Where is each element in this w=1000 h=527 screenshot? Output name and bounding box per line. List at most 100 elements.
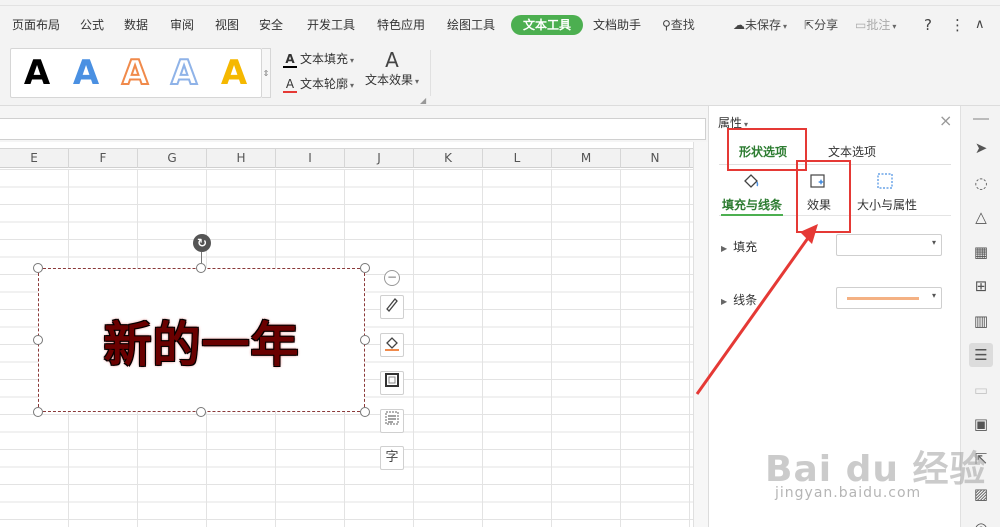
chevron-down-icon: ▾ bbox=[931, 238, 936, 247]
comment-icon: ▭ bbox=[855, 18, 867, 32]
text-style-black[interactable]: A bbox=[19, 53, 55, 93]
help-button[interactable]: ? bbox=[924, 15, 932, 35]
column-header-l[interactable]: L bbox=[483, 149, 552, 168]
dialog-launcher-icon[interactable]: ◢ bbox=[420, 96, 426, 105]
text-effect-label: 文本效果 bbox=[364, 73, 413, 87]
search-icon: ⚲ bbox=[662, 18, 671, 32]
column-header-f[interactable]: F bbox=[69, 149, 138, 168]
font-icon[interactable]: 字 bbox=[380, 446, 404, 470]
unsaved-label: 未保存 bbox=[745, 18, 782, 32]
menu-special[interactable]: 特色应用 bbox=[377, 15, 425, 35]
properties-icon[interactable]: ☰ bbox=[969, 343, 993, 367]
column-header-i[interactable]: I bbox=[276, 149, 345, 168]
chevron-down-icon: ▾ bbox=[931, 291, 936, 300]
brush-icon[interactable] bbox=[380, 295, 404, 319]
line-color-swatch bbox=[847, 297, 919, 300]
fill-label: 填充 bbox=[733, 240, 758, 254]
resize-handle-left[interactable] bbox=[33, 335, 43, 345]
blank-icon[interactable]: ▭ bbox=[969, 378, 993, 402]
formula-input[interactable] bbox=[0, 118, 706, 140]
chevron-down-icon: ▾ bbox=[892, 22, 897, 31]
gallery-expand-button[interactable]: ⇕ bbox=[262, 48, 271, 98]
text-style-blue[interactable]: A bbox=[68, 53, 104, 93]
resize-handle-top-left[interactable] bbox=[33, 263, 43, 273]
line-section-toggle[interactable]: ▶ 线条 bbox=[721, 291, 757, 308]
share-button[interactable]: ⇱分享 bbox=[804, 15, 838, 35]
text-fill-label: 文本填充 bbox=[300, 52, 349, 66]
menu-page-layout[interactable]: 页面布局 bbox=[12, 15, 60, 35]
table-icon[interactable]: ▦ bbox=[969, 240, 993, 264]
menu-formulas[interactable]: 公式 bbox=[80, 15, 104, 35]
text-box-content[interactable]: 新的一年 bbox=[39, 269, 364, 411]
menu-review[interactable]: 审阅 bbox=[170, 15, 194, 35]
triangle-right-icon: ▶ bbox=[721, 297, 728, 306]
chevron-down-icon: ▾ bbox=[350, 81, 355, 90]
resize-handle-top-right[interactable] bbox=[360, 263, 370, 273]
menu-developer[interactable]: 开发工具 bbox=[307, 15, 355, 35]
text-effect-button[interactable]: A 文本效果 ▾ bbox=[364, 48, 420, 96]
close-icon[interactable]: × bbox=[939, 111, 952, 130]
grid-icon[interactable]: ⊞ bbox=[969, 274, 993, 298]
fill-line-icon[interactable] bbox=[740, 171, 762, 191]
shapes-icon[interactable]: ◌ bbox=[969, 171, 993, 195]
column-header-g[interactable]: G bbox=[138, 149, 207, 168]
subtab-size-property[interactable]: 大小与属性 bbox=[857, 196, 917, 213]
line-dropdown[interactable]: ▾ bbox=[836, 287, 942, 309]
subtab-fill-line[interactable]: 填充与线条 bbox=[722, 196, 782, 213]
resize-handle-bottom-right[interactable] bbox=[360, 407, 370, 417]
grip-icon bbox=[973, 118, 989, 120]
text-wrap-icon[interactable] bbox=[380, 409, 404, 433]
column-header-k[interactable]: K bbox=[414, 149, 483, 168]
ribbon: A A A A A ⇕ A 文本填充 ▾ A 文本轮廓 ▾ A 文本效果 ▾ ◢ bbox=[0, 44, 1000, 106]
rotate-handle-icon[interactable]: ↻ bbox=[193, 234, 211, 252]
unsaved-button[interactable]: ☁未保存 ▾ bbox=[733, 15, 787, 35]
resize-handle-right[interactable] bbox=[360, 335, 370, 345]
fill-bucket-icon[interactable] bbox=[380, 333, 404, 357]
text-fill-button[interactable]: A 文本填充 ▾ bbox=[283, 50, 354, 68]
bottom-icon[interactable]: ◎ bbox=[969, 516, 993, 527]
menu-view[interactable]: 视图 bbox=[215, 15, 239, 35]
column-header-j[interactable]: J bbox=[345, 149, 414, 168]
resize-handle-bottom-left[interactable] bbox=[33, 407, 43, 417]
share-icon: ⇱ bbox=[804, 18, 815, 32]
search-button[interactable]: ⚲查找 bbox=[662, 15, 695, 35]
vertical-scrollbar[interactable] bbox=[693, 142, 708, 527]
fill-section-toggle[interactable]: ▶ 填充 bbox=[721, 238, 757, 255]
menu-drawing-tools[interactable]: 绘图工具 bbox=[447, 15, 495, 35]
column-header-n[interactable]: N bbox=[621, 149, 690, 168]
share-label: 分享 bbox=[814, 18, 839, 32]
size-property-icon[interactable] bbox=[874, 171, 896, 191]
rotate-stem bbox=[201, 252, 202, 263]
fill-dropdown[interactable]: ▾ bbox=[836, 234, 942, 256]
cloud-icon: ☁ bbox=[733, 18, 745, 32]
menu-text-tools[interactable]: 文本工具 bbox=[511, 15, 584, 35]
image-icon[interactable]: ▣ bbox=[969, 412, 993, 436]
text-outline-icon: A bbox=[283, 77, 297, 93]
ribbon-divider bbox=[430, 50, 431, 96]
text-style-orange-outline[interactable]: A bbox=[117, 52, 153, 94]
chart-icon[interactable]: ▥ bbox=[969, 309, 993, 333]
style-icon[interactable]: △ bbox=[969, 205, 993, 229]
comment-label: 批注 bbox=[866, 18, 891, 32]
text-outline-button[interactable]: A 文本轮廓 ▾ bbox=[283, 75, 354, 93]
column-header-m[interactable]: M bbox=[552, 149, 621, 168]
minus-icon[interactable]: − bbox=[384, 270, 400, 286]
comment-button[interactable]: ▭批注 ▾ bbox=[855, 15, 896, 35]
text-box[interactable]: 新的一年 bbox=[38, 268, 365, 412]
column-header-h[interactable]: H bbox=[207, 149, 276, 168]
triangle-right-icon: ▶ bbox=[721, 244, 728, 253]
more-button[interactable]: ⋮ bbox=[950, 15, 965, 35]
cursor-icon[interactable]: ➤ bbox=[969, 136, 993, 160]
collapse-ribbon-button[interactable]: ∧ bbox=[975, 15, 985, 35]
tab-text-options[interactable]: 文本选项 bbox=[828, 143, 876, 160]
text-fill-icon: A bbox=[283, 52, 297, 68]
resize-handle-top[interactable] bbox=[196, 263, 206, 273]
menu-data[interactable]: 数据 bbox=[124, 15, 148, 35]
resize-handle-bottom[interactable] bbox=[196, 407, 206, 417]
menu-security[interactable]: 安全 bbox=[259, 15, 283, 35]
menu-doc-assistant[interactable]: 文档助手 bbox=[593, 15, 641, 35]
text-style-blue-outline[interactable]: A bbox=[166, 52, 202, 94]
text-style-yellow[interactable]: A bbox=[216, 53, 252, 93]
column-header-e[interactable]: E bbox=[0, 149, 69, 168]
frame-icon[interactable] bbox=[380, 371, 404, 395]
